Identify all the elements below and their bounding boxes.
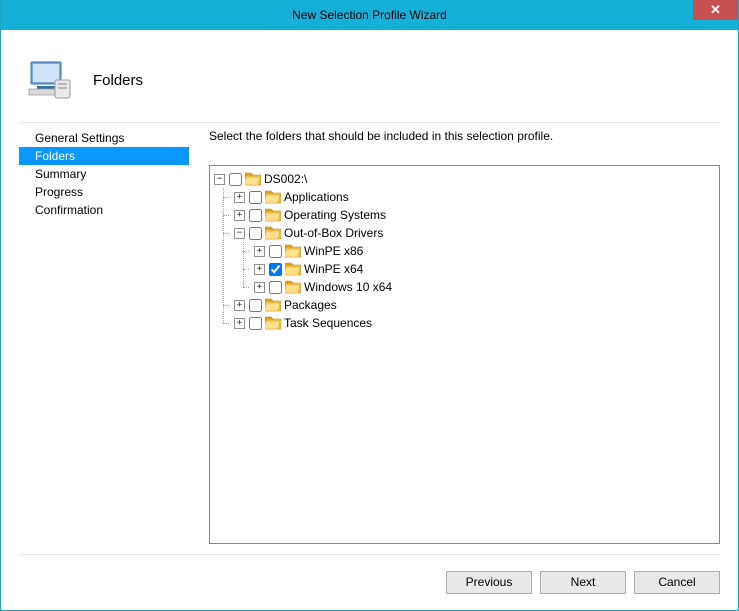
folder-icon — [265, 298, 281, 312]
sidebar-item-summary[interactable]: Summary — [19, 165, 189, 183]
close-icon: ✕ — [710, 2, 721, 18]
tree-node-row[interactable]: + WinPE x86 — [254, 242, 715, 260]
tree-node-checkbox[interactable] — [269, 281, 282, 294]
expand-icon[interactable]: + — [234, 192, 245, 203]
button-row: Previous Next Cancel — [19, 555, 720, 598]
cancel-button[interactable]: Cancel — [634, 571, 720, 594]
folder-icon — [265, 208, 281, 222]
expand-icon[interactable]: + — [254, 246, 265, 257]
tree-node: + Operating Systems — [234, 206, 715, 224]
tree-node-checkbox[interactable] — [269, 263, 282, 276]
tree-node-row[interactable]: + Packages — [234, 296, 715, 314]
tree-node-label: Applications — [284, 190, 349, 204]
folder-icon — [285, 244, 301, 258]
close-button[interactable]: ✕ — [693, 0, 738, 20]
instruction-text: Select the folders that should be includ… — [209, 129, 720, 143]
tree-node-row[interactable]: + Operating Systems — [234, 206, 715, 224]
wizard-step-sidebar: General Settings Folders Summary Progress Co… — [19, 123, 189, 544]
tree-node-row[interactable]: − Out-of-Box Drivers — [234, 224, 715, 242]
tree-node-label: DS002:\ — [264, 172, 307, 186]
tree-node-label: Task Sequences — [284, 316, 372, 330]
sidebar-item-progress[interactable]: Progress — [19, 183, 189, 201]
tree-node-label: WinPE x86 — [304, 244, 363, 258]
titlebar: New Selection Profile Wizard ✕ — [1, 0, 738, 30]
sidebar-item-label: Folders — [35, 149, 75, 163]
expand-icon[interactable]: + — [254, 264, 265, 275]
tree-node-checkbox[interactable] — [249, 317, 262, 330]
dialog-body: Folders General Settings Folders Summary Pr… — [1, 30, 738, 610]
content-row: General Settings Folders Summary Progress Co… — [19, 122, 720, 544]
tree-node-checkbox[interactable] — [249, 191, 262, 204]
folder-icon — [265, 226, 281, 240]
tree-node-checkbox[interactable] — [249, 299, 262, 312]
expand-icon[interactable]: + — [234, 210, 245, 221]
next-button[interactable]: Next — [540, 571, 626, 594]
computer-icon — [25, 56, 73, 104]
folder-icon — [265, 190, 281, 204]
tree-node-label: Packages — [284, 298, 337, 312]
tree-node-row[interactable]: + Task Sequences — [234, 314, 715, 332]
tree-node-label: WinPE x64 — [304, 262, 363, 276]
previous-button[interactable]: Previous — [446, 571, 532, 594]
tree-node-label: Windows 10 x64 — [304, 280, 392, 294]
folder-icon — [285, 262, 301, 276]
expand-icon[interactable]: + — [234, 318, 245, 329]
tree-node: − DS002:\ + Applications + Operating Systems −… — [214, 170, 715, 332]
tree-node: −Out-of-Box Drivers+WinPE x86+WinPE x64+… — [234, 224, 715, 296]
tree-node-checkbox[interactable] — [229, 173, 242, 186]
tree-node: + Applications — [234, 188, 715, 206]
folder-icon — [245, 172, 261, 186]
sidebar-item-label: General Settings — [35, 131, 124, 145]
tree-node-row[interactable]: + Applications — [234, 188, 715, 206]
sidebar-item-label: Summary — [35, 167, 86, 181]
window-title: New Selection Profile Wizard — [292, 8, 447, 22]
tree-node: + Packages — [234, 296, 715, 314]
tree-node-row[interactable]: + Windows 10 x64 — [254, 278, 715, 296]
sidebar-item-label: Confirmation — [35, 203, 103, 217]
header-area: Folders — [19, 48, 720, 122]
expand-icon[interactable]: + — [234, 300, 245, 311]
tree-node: + Task Sequences — [234, 314, 715, 332]
dialog-inner: Folders General Settings Folders Summary Pr… — [19, 48, 720, 598]
sidebar-item-general-settings[interactable]: General Settings — [19, 129, 189, 147]
folder-icon — [265, 316, 281, 330]
tree-node-label: Out-of-Box Drivers — [284, 226, 383, 240]
tree-node: + WinPE x86 — [254, 242, 715, 260]
collapse-icon[interactable]: − — [234, 228, 245, 239]
tree-node-checkbox[interactable] — [269, 245, 282, 258]
collapse-icon[interactable]: − — [214, 174, 225, 185]
sidebar-item-confirmation[interactable]: Confirmation — [19, 201, 189, 219]
wizard-window: New Selection Profile Wizard ✕ — [0, 0, 739, 611]
tree-node: + Windows 10 x64 — [254, 278, 715, 296]
sidebar-item-folders[interactable]: Folders — [19, 147, 189, 165]
main-panel: Select the folders that should be includ… — [189, 123, 720, 544]
sidebar-item-label: Progress — [35, 185, 83, 199]
tree-node-checkbox[interactable] — [249, 209, 262, 222]
expand-icon[interactable]: + — [254, 282, 265, 293]
folder-icon — [285, 280, 301, 294]
tree-node: + WinPE x64 — [254, 260, 715, 278]
page-title: Folders — [93, 72, 143, 89]
folder-tree[interactable]: − DS002:\ + Applications + Operating Systems −… — [209, 165, 720, 544]
tree-node-row[interactable]: + WinPE x64 — [254, 260, 715, 278]
tree-node-checkbox[interactable] — [249, 227, 262, 240]
tree-node-row[interactable]: − DS002:\ — [214, 170, 715, 188]
tree-node-label: Operating Systems — [284, 208, 386, 222]
